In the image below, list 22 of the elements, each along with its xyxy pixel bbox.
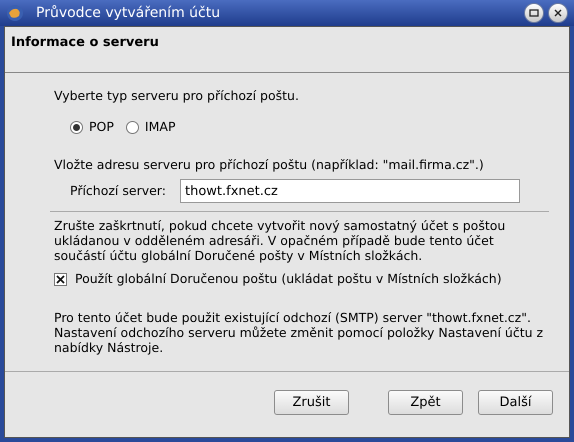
radio-button[interactable]	[70, 120, 83, 134]
checkbox[interactable]	[54, 273, 67, 286]
page-heading: Informace o serveru	[11, 35, 159, 50]
radio-option[interactable]: POP	[70, 118, 114, 136]
maximize-icon	[529, 8, 539, 18]
maximize-button[interactable]	[524, 3, 544, 23]
dialog-button[interactable]: Další	[478, 390, 553, 415]
inbox-checkbox-option[interactable]: Použít globální Doručenou poštu (ukládat poštu v Místních složkách)	[54, 270, 549, 289]
dialog-button[interactable]: Zrušit	[274, 390, 349, 415]
server-field[interactable]: thowt.fxnet.cz	[180, 179, 520, 204]
field-label: Příchozí server:	[70, 182, 167, 200]
window-title: Průvodce vytvářením účtu	[36, 4, 220, 22]
prompt-text: Vyberte typ serveru pro příchozí poštu.	[54, 87, 300, 105]
app-icon	[6, 4, 24, 22]
radio-button[interactable]	[126, 120, 139, 134]
prompt-text: Vložte adresu serveru pro příchozí poštu (například: "mail.firma.cz".)	[54, 156, 485, 174]
description-text: Zrušte zaškrtnutí, pokud chcete vytvořit nový samostatný účet s poštou ukládanou v odděleném adresáři. V opačném případě bude tento účet součástí účtu globální Doručené pošty v Místních složkách.	[54, 218, 506, 264]
smtp-note: Pro tento účet bude použit existující odchozí (SMTP) server "thowt.fxnet.cz". Nastavení odchozího serveru můžete změnit pomocí položky Nastavení účtu z nabídky Nástroje.	[54, 310, 544, 355]
close-button[interactable]	[548, 3, 568, 23]
close-icon	[553, 8, 563, 18]
radio-option[interactable]: IMAP	[126, 118, 176, 136]
dialog-button[interactable]: Zpět	[388, 390, 463, 415]
